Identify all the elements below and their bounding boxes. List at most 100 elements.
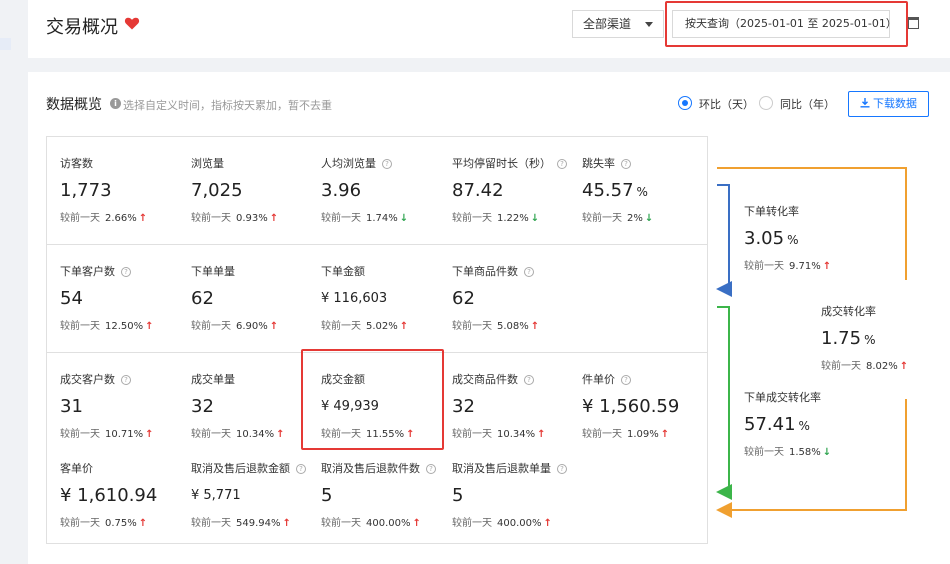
arrow-up-icon: ↑ — [899, 361, 909, 372]
metric-card: 下单金额 ¥ 116,603 较前一天 5.02% ↑ — [321, 265, 451, 332]
arrow-up-icon: ↑ — [145, 321, 154, 332]
metric-label: 取消及售后退款件数? — [321, 462, 451, 476]
metric-value-text: ¥ 5,771 — [191, 488, 241, 503]
metric-label-text: 取消及售后退款件数 — [321, 462, 420, 475]
channel-select-value: 全部渠道 — [583, 17, 632, 31]
metric-value: ¥ 5,771 — [191, 485, 321, 507]
metric-value-text: 3.05 — [744, 228, 785, 249]
metric-value: 62 — [191, 288, 321, 310]
help-icon[interactable]: ? — [382, 159, 392, 169]
help-icon[interactable]: ? — [426, 464, 436, 474]
metric-compare: 较前一天 5.02% ↑ — [321, 317, 451, 332]
metric-value: 54 — [60, 288, 190, 310]
arrow-up-icon: ↑ — [276, 429, 285, 440]
metric-label-text: 成交转化率 — [821, 305, 876, 318]
channel-select[interactable]: 全部渠道 — [572, 10, 664, 38]
metric-value-text: 54 — [60, 288, 83, 309]
radio-day-label: 环比（天） — [699, 98, 754, 111]
radio-day-over-day[interactable] — [678, 96, 692, 110]
arrow-up-icon: ↑ — [399, 321, 409, 332]
help-icon[interactable]: ? — [121, 375, 131, 385]
metric-value: 3.96 — [321, 180, 451, 202]
metric-label: 件单价? — [582, 373, 712, 387]
help-icon[interactable]: ? — [557, 159, 567, 169]
metric-label-text: 下单商品件数 — [452, 265, 518, 278]
compare-prefix: 较前一天 — [744, 447, 784, 458]
metric-label-text: 下单客户数 — [60, 265, 115, 278]
metric-value: 5 — [321, 485, 451, 507]
download-button[interactable]: 下载数据 — [848, 91, 929, 117]
metric-value-text: ¥ 1,560.59 — [582, 396, 680, 417]
metric-label-text: 下单转化率 — [744, 205, 799, 218]
section-hint: 选择自定义时间，指标按天累加，暂不去重 — [123, 99, 332, 112]
metric-compare: 较前一天 10.34% ↑ — [452, 425, 582, 440]
metric-label: 下单单量 — [191, 265, 321, 279]
metric-card: 访客数 1,773 较前一天 2.66% ↑ — [60, 157, 190, 224]
help-icon[interactable]: ? — [524, 375, 534, 385]
calendar-icon[interactable] — [908, 17, 919, 29]
arrow-up-icon: ↑ — [822, 261, 832, 272]
help-icon[interactable]: ? — [621, 375, 631, 385]
download-label: 下载数据 — [873, 97, 917, 110]
metric-label: 下单金额 — [321, 265, 451, 279]
metric-card: 客单价 ¥ 1,610.94 较前一天 0.75% ↑ — [60, 462, 190, 529]
compare-prefix: 较前一天 — [452, 429, 492, 440]
arrow-up-icon: ↑ — [537, 429, 546, 440]
metric-compare: 较前一天 2% ↓ — [582, 209, 712, 224]
compare-prefix: 较前一天 — [821, 361, 861, 372]
metric-compare: 较前一天 0.75% ↑ — [60, 514, 190, 529]
help-icon[interactable]: ? — [121, 267, 131, 277]
section-title: 数据概览 — [46, 97, 102, 113]
compare-percent: 8.02% — [866, 361, 898, 372]
metric-value: 57.41% — [744, 414, 874, 436]
metric-card: 成交转化率 1.75% 较前一天 8.02% ↑ — [821, 305, 950, 372]
compare-percent: 0.75% — [105, 518, 137, 529]
metric-card: 浏览量 7,025 较前一天 0.93% ↑ — [191, 157, 321, 224]
metric-label: 下单客户数? — [60, 265, 190, 279]
metric-label: 下单转化率 — [744, 205, 874, 219]
compare-prefix: 较前一天 — [321, 213, 361, 224]
metric-label: 下单成交转化率 — [744, 391, 874, 405]
metric-unit: % — [798, 419, 810, 433]
metric-label-text: 下单成交转化率 — [744, 391, 821, 404]
compare-prefix: 较前一天 — [452, 518, 492, 529]
compare-percent: 400.00% — [497, 518, 542, 529]
metric-compare: 较前一天 9.71% ↑ — [744, 257, 874, 272]
help-icon[interactable]: ? — [524, 267, 534, 277]
metric-value-text: 62 — [191, 288, 214, 309]
metric-value-text: 45.57 — [582, 180, 634, 201]
metric-card: 取消及售后退款单量? 5 较前一天 400.00% ↑ — [452, 462, 582, 529]
metric-value: 32 — [452, 396, 582, 418]
row-divider — [47, 244, 707, 245]
metric-value-text: 7,025 — [191, 180, 243, 201]
radio-year-over-year[interactable] — [759, 96, 773, 110]
compare-prefix: 较前一天 — [582, 213, 622, 224]
help-icon[interactable]: ? — [621, 159, 631, 169]
metric-compare: 较前一天 6.90% ↑ — [191, 317, 321, 332]
metric-card: 跳失率? 45.57% 较前一天 2% ↓ — [582, 157, 712, 224]
heart-icon — [124, 17, 140, 30]
metric-value: 5 — [452, 485, 582, 507]
help-icon[interactable]: ? — [557, 464, 567, 474]
metric-label-text: 下单金额 — [321, 265, 365, 278]
help-icon[interactable]: ? — [296, 464, 306, 474]
arrow-up-icon: ↑ — [660, 429, 670, 440]
metric-label: 人均浏览量? — [321, 157, 451, 171]
compare-prefix: 较前一天 — [321, 518, 361, 529]
compare-prefix: 较前一天 — [60, 518, 100, 529]
metric-label-text: 成交客户数 — [60, 373, 115, 386]
metric-value: 31 — [60, 396, 190, 418]
highlight-box-date — [665, 1, 908, 47]
arrow-up-icon: ↑ — [543, 518, 552, 529]
metric-value: 7,025 — [191, 180, 321, 202]
metric-label: 跳失率? — [582, 157, 712, 171]
compare-prefix: 较前一天 — [60, 429, 100, 440]
arrow-down-icon: ↓ — [399, 213, 409, 224]
arrow-up-icon: ↑ — [145, 429, 154, 440]
metric-card: 件单价? ¥ 1,560.59 较前一天 1.09% ↑ — [582, 373, 712, 440]
metric-compare: 较前一天 1.09% ↑ — [582, 425, 712, 440]
metric-label-text: 成交商品件数 — [452, 373, 518, 386]
metric-compare: 较前一天 10.71% ↑ — [60, 425, 190, 440]
radio-year-label: 同比（年） — [780, 98, 835, 111]
metric-unit: % — [787, 233, 799, 247]
